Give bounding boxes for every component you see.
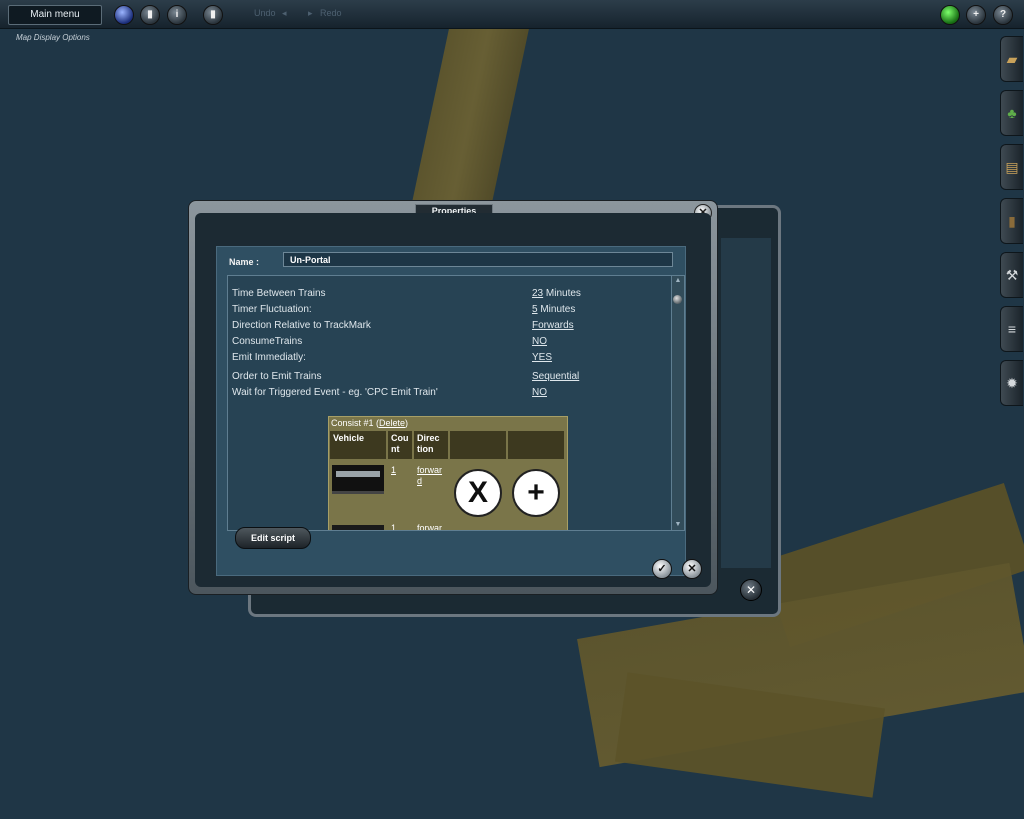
scroll-down-icon[interactable]: ▼ (672, 520, 684, 530)
edit-script-button[interactable]: Edit script (235, 527, 311, 549)
name-label: Name : (229, 257, 260, 267)
header-direction: Direc tion (414, 431, 448, 459)
consist-title-end: ) (405, 418, 409, 428)
property-value: Forwards (532, 320, 574, 331)
terrain-strip-north (410, 28, 530, 208)
terrain-tool-icon[interactable]: ▰ (1000, 36, 1023, 82)
property-unit: Minutes (537, 304, 576, 315)
cancel-icon[interactable]: ✕ (682, 559, 702, 579)
redo-button[interactable]: Redo (320, 8, 342, 18)
property-label: Time Between Trains (232, 288, 326, 299)
property-row: Time Between Trains 23 Minutes (232, 288, 662, 302)
property-value: NO (532, 387, 547, 398)
header-vehicle: Vehicle (330, 431, 386, 459)
rail-tool-icon[interactable]: ▮ (1000, 198, 1023, 244)
redo-arrow-icon: ▸ (308, 8, 313, 18)
property-value: 23 Minutes (532, 288, 581, 299)
train-image (336, 471, 380, 477)
property-value: 5 Minutes (532, 304, 575, 315)
property-row: ConsumeTrains NO (232, 336, 662, 350)
undo-arrow-icon: ◂ (282, 8, 287, 18)
settings-tool-icon[interactable]: ✹ (1000, 360, 1023, 406)
vehicle-thumbnail[interactable] (332, 465, 384, 494)
header-blank-1 (450, 431, 506, 459)
help-icon[interactable]: ? (993, 5, 1013, 25)
background-dialog-panel (721, 238, 771, 568)
scrollbar[interactable]: ▲ ▼ (671, 276, 684, 530)
consist-title-text: Consist #1 ( (331, 418, 380, 428)
globe-icon[interactable] (114, 5, 134, 25)
name-input[interactable]: Un-Portal (283, 252, 673, 267)
time-between-trains-link[interactable]: 23 (532, 288, 543, 299)
track-tool-icon[interactable]: ▤ (1000, 144, 1023, 190)
scroll-up-icon[interactable]: ▲ (672, 276, 684, 286)
vehicle-thumbnail-partial[interactable] (332, 525, 384, 530)
status-light-icon[interactable] (940, 5, 960, 25)
direction-link[interactable]: forwar d (417, 465, 447, 487)
property-value: NO (532, 336, 547, 347)
scroll-thumb[interactable] (673, 295, 682, 304)
map-display-options-link[interactable]: Map Display Options (16, 33, 90, 42)
remove-vehicle-icon[interactable]: X (454, 469, 502, 517)
add-vehicle-icon[interactable]: + (512, 469, 560, 517)
background-dialog-close-icon[interactable]: ✕ (740, 579, 762, 601)
undo-button[interactable]: Undo (254, 8, 276, 18)
info-icon[interactable]: i (167, 5, 187, 25)
property-label: Direction Relative to TrackMark (232, 320, 371, 331)
trash-icon[interactable]: ▮ (140, 5, 160, 25)
main-menu-button[interactable]: Main menu (8, 5, 102, 25)
consist-title: Consist #1 (Delete) (329, 417, 567, 431)
trees-tool-icon[interactable]: ♣ (1000, 90, 1023, 136)
property-label: ConsumeTrains (232, 336, 303, 347)
property-label: Emit Immediatly: (232, 352, 306, 363)
delete-consist-link[interactable]: Delete (379, 418, 405, 428)
count-link[interactable]: 1 (391, 465, 396, 476)
header-count: Cou nt (388, 431, 412, 459)
property-row: Wait for Triggered Event - eg. 'CPC Emit… (232, 387, 662, 401)
wait-trigger-link[interactable]: NO (532, 387, 547, 398)
property-label: Order to Emit Trains (232, 371, 322, 382)
wrench-tool-icon[interactable]: ⚒ (1000, 252, 1023, 298)
direction-link[interactable]: Forwards (532, 320, 574, 331)
direction-link-partial[interactable]: forwar (417, 523, 442, 530)
header-blank-2 (508, 431, 564, 459)
property-row: Timer Fluctuation: 5 Minutes (232, 304, 662, 318)
top-toolbar: Main menu ▮ i ▮ Undo ◂ ▸ Redo + ? (0, 0, 1024, 29)
property-value: YES (532, 352, 552, 363)
plus-icon[interactable]: + (966, 5, 986, 25)
property-row: Direction Relative to TrackMark Forwards (232, 320, 662, 334)
ok-icon[interactable]: ✓ (652, 559, 672, 579)
tool-palette: ▰ ♣ ▤ ▮ ⚒ ≡ ✹ (1000, 36, 1024, 414)
property-unit: Minutes (543, 288, 581, 299)
property-label: Wait for Triggered Event - eg. 'CPC Emit… (232, 387, 438, 398)
count-link-partial[interactable]: 1 (391, 523, 396, 530)
property-label: Timer Fluctuation: (232, 304, 312, 315)
emit-immediately-link[interactable]: YES (532, 352, 552, 363)
table-row: 1 forwar d X + (330, 463, 566, 523)
property-value: Sequential (532, 371, 579, 382)
property-row: Order to Emit Trains Sequential (232, 371, 662, 385)
layers-tool-icon[interactable]: ≡ (1000, 306, 1023, 352)
properties-dialog: Properties ✕ Name : Un-Portal Time Betwe… (188, 200, 718, 595)
delete-icon[interactable]: ▮ (203, 5, 223, 25)
consume-trains-link[interactable]: NO (532, 336, 547, 347)
consist-table: Consist #1 (Delete) Vehicle Cou nt Direc… (328, 416, 568, 530)
properties-list[interactable]: Time Between Trains 23 Minutes Timer Flu… (227, 275, 685, 531)
emit-order-link[interactable]: Sequential (532, 371, 579, 382)
property-row: Emit Immediatly: YES (232, 352, 662, 366)
